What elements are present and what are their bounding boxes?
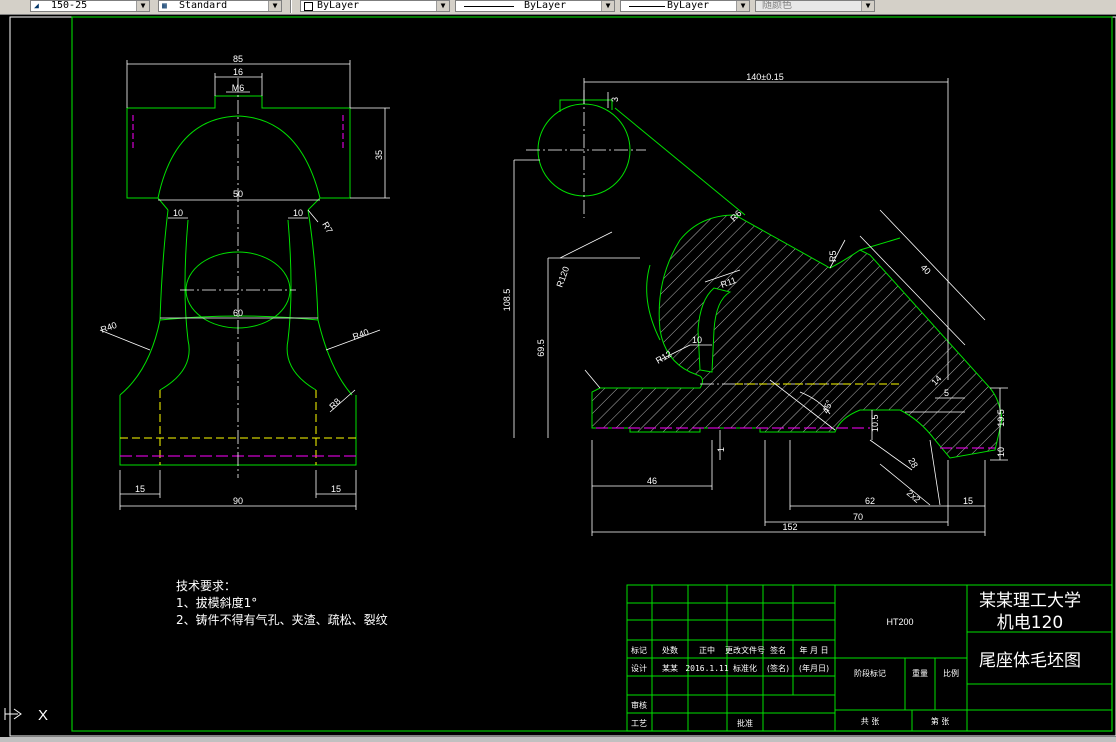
class-name: 机电120 — [997, 613, 1063, 633]
drawing-canvas[interactable]: 85 16 M6 35 50 10 10 R7 60 R40 R40 R8 15… — [0, 14, 1116, 742]
hdr-chushu: 处数 — [662, 645, 678, 655]
lineweight-select[interactable]: ByLayer ▼ — [620, 0, 750, 12]
dim-46: 46 — [647, 476, 657, 486]
dim-140: 140±0.15 — [746, 72, 783, 82]
hdr-zhengzhong: 正中 — [699, 645, 715, 655]
dim-r120: R120 — [554, 265, 571, 289]
tablestyle-value: Standard — [179, 0, 228, 11]
dim-10-r: 10 — [996, 447, 1006, 457]
tablestyle-select[interactable]: ▦ Standard ▼ — [158, 0, 282, 12]
row-qianming2: (签名) — [767, 663, 789, 673]
dimstyle-value: 150-25 — [51, 0, 88, 11]
chevron-down-icon[interactable]: ▼ — [601, 1, 614, 11]
dim-152: 152 — [782, 522, 797, 532]
front-dome — [157, 115, 321, 199]
dim-35: 35 — [374, 150, 384, 160]
chevron-down-icon[interactable]: ▼ — [736, 1, 749, 11]
linetype-select[interactable]: ByLayer ▼ — [455, 0, 615, 12]
technical-notes: 技术要求： 1、拔模斜度1° 2、铸件不得有气孔、夹渣、疏松、裂纹 — [176, 579, 388, 627]
dim-r7: R7 — [320, 220, 334, 235]
dim-m6: M6 — [232, 83, 245, 93]
hdr-gengai: 更改文件号 — [725, 645, 765, 655]
layer-color-value: ByLayer — [317, 0, 360, 11]
lineweight-preview-icon — [629, 6, 665, 7]
dim-40: 40 — [919, 262, 933, 276]
dim-62: 62 — [865, 496, 875, 506]
dim-16: 16 — [233, 67, 243, 77]
dizhang: 第 张 — [931, 716, 950, 726]
properties-toolbar: ◢ 150-25 ▼ ▦ Standard ▼ ByLayer ▼ ByLaye… — [0, 0, 1116, 15]
front-dimension-lines — [99, 60, 390, 510]
layer-color-select[interactable]: ByLayer ▼ — [300, 0, 450, 12]
chevron-down-icon[interactable]: ▼ — [268, 1, 281, 11]
toolbar-separator — [290, 0, 292, 13]
drawing-title: 尾座体毛坯图 — [979, 651, 1081, 671]
front-neck-right — [307, 209, 353, 396]
dim-15-right: 15 — [331, 484, 341, 494]
dim-70: 70 — [853, 512, 863, 522]
linetype-preview-icon — [464, 6, 514, 7]
dim-108-5: 108.5 — [502, 289, 512, 312]
dim-3: 3 — [610, 97, 620, 102]
pizhun: 批准 — [737, 718, 753, 728]
dim-90: 90 — [233, 496, 243, 506]
row-biaozhunhua: 标准化 — [733, 663, 757, 673]
dim-10-left: 10 — [173, 208, 183, 218]
dimstyle-icon: ◢ — [34, 1, 39, 10]
dim-19-5: 19.5 — [996, 409, 1006, 427]
row-date: 2016.1.11 — [685, 664, 729, 673]
table-icon: ▦ — [162, 1, 167, 10]
layout-tabs-strip[interactable] — [0, 737, 1116, 742]
dim-50: 50 — [233, 189, 243, 199]
dim-10-5: 10.5 — [870, 414, 880, 432]
dim-r40-left: R40 — [99, 320, 118, 335]
material-text: HT200 — [886, 617, 913, 627]
dim-15-left: 15 — [135, 484, 145, 494]
chevron-down-icon[interactable]: ▼ — [436, 1, 449, 11]
dim-60: 60 — [233, 308, 243, 318]
zhongliang: 重量 — [912, 668, 928, 678]
hdr-qianming: 签名 — [770, 645, 786, 655]
dim-69-5: 69.5 — [536, 339, 546, 357]
linetype-value: ByLayer — [524, 0, 567, 11]
notes-line1: 1、拔模斜度1° — [176, 595, 257, 610]
dimstyle-select[interactable]: ◢ 150-25 ▼ — [30, 0, 150, 12]
bili: 比例 — [943, 668, 959, 678]
dim-r8: R8 — [327, 396, 342, 411]
title-block-text: HT200 某某理工大学 机电120 尾座体毛坯图 标记 处数 正中 更改文件号… — [631, 591, 1081, 728]
hdr-nianyueri: 年 月 日 — [799, 645, 828, 655]
dim-2x2: 2x2 — [905, 488, 923, 505]
dim-r40-right: R40 — [351, 327, 370, 342]
dim-10: 10 — [692, 335, 702, 345]
hdr-biaoji: 标记 — [631, 645, 647, 655]
dim-85: 85 — [233, 54, 243, 64]
front-neck-left — [119, 209, 169, 396]
front-centerlines — [180, 78, 296, 478]
dim-1: 1 — [716, 447, 726, 452]
plotstyle-value: 随颜色 — [762, 0, 792, 11]
chevron-down-icon: ▼ — [861, 1, 874, 11]
dim-10-right: 10 — [293, 208, 303, 218]
side-section-hatch — [591, 214, 1003, 459]
color-swatch-icon — [304, 2, 313, 11]
lineweight-value: ByLayer — [667, 0, 710, 11]
row-nianyueri2: (年月日) — [799, 663, 829, 673]
notes-title: 技术要求： — [176, 579, 236, 593]
jieduanbiaoji: 阶段标记 — [854, 668, 886, 678]
dim-r5: R5 — [828, 250, 838, 262]
ucs-x-label: X — [38, 707, 48, 724]
gongzhang: 共 张 — [861, 717, 880, 726]
plotstyle-select: 随颜色 ▼ — [755, 0, 875, 12]
row-moumou: 某某 — [662, 664, 678, 673]
gongyi: 工艺 — [631, 719, 647, 728]
ucs-icon — [4, 708, 22, 720]
notes-line2: 2、铸件不得有气孔、夹渣、疏松、裂纹 — [176, 612, 388, 627]
university-name: 某某理工大学 — [979, 591, 1081, 611]
dim-15: 15 — [963, 496, 973, 506]
shenhe: 审核 — [631, 700, 647, 710]
chevron-down-icon[interactable]: ▼ — [136, 1, 149, 11]
row-sheji: 设计 — [631, 663, 647, 673]
dim-5-small: 5 — [944, 388, 949, 398]
